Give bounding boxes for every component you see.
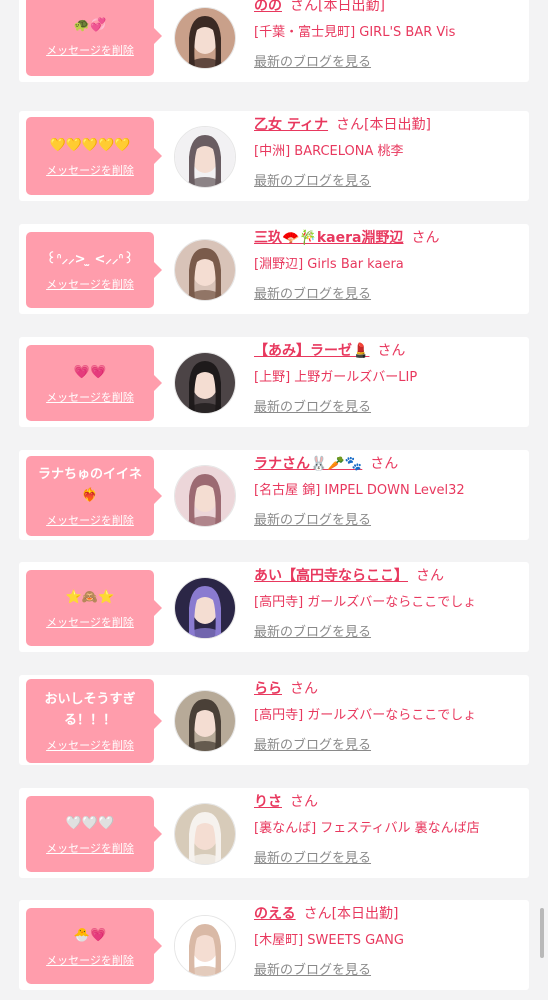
name-suffix: さん[本日出勤] [290,0,385,14]
cast-name-link[interactable]: のえる [254,906,296,922]
name-suffix: さん[本日出勤] [303,906,399,922]
avatar[interactable] [174,803,236,865]
delete-message-link[interactable]: メッセージを削除 [46,840,134,856]
latest-blog-link[interactable]: 最新のブログを見る [254,396,371,415]
list-item: ꒰ᐢ⸝⸝> ̫ <⸝⸝ᐢ꒱ メッセージを削除 三玖🪭🎋kaera淵野辺 さん [淵野辺]… [19,224,529,314]
message-bubble: 🐣💗 メッセージを削除 [26,908,162,984]
avatar[interactable] [174,7,236,69]
name-line: りさ さん [254,791,524,811]
cast-name-link[interactable]: ラナさん🐰🥕🐾 [254,456,362,472]
cast-name-link[interactable]: のの [254,0,282,14]
message-text: ꒰ᐢ⸝⸝> ̫ <⸝⸝ᐢ꒱ [46,251,134,267]
message-text: おいしそうすぎる！！！ [44,692,136,728]
message-bubble: ⭐️🙈⭐️ メッセージを削除 [26,570,162,646]
latest-blog-link[interactable]: 最新のブログを見る [254,283,371,302]
list-item: ラナちゅのイイネ❤️‍🔥 メッセージを削除 ラナさん🐰🥕🐾 さん [名古屋 錦] IMP… [19,450,529,540]
message-text: 🐣💗 [73,927,107,943]
list-item: 💛💛💛💛💛 メッセージを削除 乙女 ティナ さん[本日出勤] [中洲] BARCELON… [19,111,529,201]
latest-blog-link[interactable]: 最新のブログを見る [254,959,371,978]
shop-info: [千葉・富士見町] GIRL'S BAR Vis [254,25,456,40]
list-item: ⭐️🙈⭐️ メッセージを削除 あい【高円寺ならここ】 さん [高円寺] ガールズバーなら… [19,562,529,652]
name-suffix: さん [411,230,440,246]
message-text: 💛💛💛💛💛 [49,137,131,153]
cast-name-link[interactable]: 【あみ】ラーゼ💄 [254,343,369,359]
list-item: 💗💗 メッセージを削除 【あみ】ラーゼ💄 さん [上野] 上野ガールズバーLIP 最新のブ… [19,337,529,427]
message-bubble: 🤍🤍🤍 メッセージを削除 [26,796,162,872]
latest-blog-link[interactable]: 最新のブログを見る [254,734,371,753]
delete-message-link[interactable]: メッセージを削除 [46,389,134,405]
shop-info: [高円寺] ガールズバーならここでしょ [254,595,477,610]
latest-blog-link[interactable]: 最新のブログを見る [254,509,371,528]
latest-blog-link[interactable]: 最新のブログを見る [254,621,371,640]
delete-message-link[interactable]: メッセージを削除 [46,614,134,630]
delete-message-link[interactable]: メッセージを削除 [46,952,134,968]
avatar[interactable] [174,126,236,188]
shop-info: [上野] 上野ガールズバーLIP [254,370,418,385]
list-item: 🐣💗 メッセージを削除 のえる さん[本日出勤] [木屋町] SWEETS GANG 最新… [19,900,529,990]
name-suffix: さん [290,681,318,697]
name-suffix: さん[本日出勤] [336,117,431,133]
avatar[interactable] [174,915,236,977]
name-suffix: さん [416,568,444,584]
name-line: のえる さん[本日出勤] [254,903,524,923]
name-line: らら さん [254,678,524,698]
scrollbar[interactable] [540,908,544,958]
message-bubble: 🐢💞 メッセージを削除 [26,0,162,76]
shop-info: [名古屋 錦] IMPEL DOWN Level32 [254,483,465,498]
name-suffix: さん [290,794,318,810]
name-suffix: さん [370,456,399,472]
name-line: 【あみ】ラーゼ💄 さん [254,340,524,360]
name-line: 乙女 ティナ さん[本日出勤] [254,114,524,134]
message-bubble: ꒰ᐢ⸝⸝> ̫ <⸝⸝ᐢ꒱ メッセージを削除 [26,232,162,308]
name-line: のの さん[本日出勤] [254,0,524,15]
name-line: ラナさん🐰🥕🐾 さん [254,453,524,473]
avatar[interactable] [174,690,236,752]
message-text: ラナちゅのイイネ❤️‍🔥 [37,467,142,503]
cast-name-link[interactable]: りさ [254,794,282,810]
avatar[interactable] [174,352,236,414]
delete-message-link[interactable]: メッセージを削除 [46,42,134,58]
avatar[interactable] [174,577,236,639]
shop-info: [淵野辺] Girls Bar kaera [254,257,404,272]
message-bubble: 💗💗 メッセージを削除 [26,345,162,421]
cast-name-link[interactable]: あい【高円寺ならここ】 [254,568,408,584]
latest-blog-link[interactable]: 最新のブログを見る [254,170,371,189]
name-line: 三玖🪭🎋kaera淵野辺 さん [254,227,524,247]
message-text: 🐢💞 [73,17,107,33]
cast-name-link[interactable]: 乙女 ティナ [254,117,328,133]
shop-info: [高円寺] ガールズバーならここでしょ [254,708,477,723]
delete-message-link[interactable]: メッセージを削除 [46,162,134,178]
latest-blog-link[interactable]: 最新のブログを見る [254,51,371,70]
message-text: ⭐️🙈⭐️ [65,589,115,605]
list-item: 🤍🤍🤍 メッセージを削除 りさ さん [裏なんば] フェスティバル 裏なんば店最新のブロ… [19,788,529,878]
shop-info: [木屋町] SWEETS GANG [254,933,404,948]
message-text: 🤍🤍🤍 [65,815,115,831]
latest-blog-link[interactable]: 最新のブログを見る [254,847,371,866]
delete-message-link[interactable]: メッセージを削除 [46,276,134,292]
message-text: 💗💗 [73,364,107,380]
message-bubble: おいしそうすぎる！！！ メッセージを削除 [26,679,162,763]
list-item: 🐢💞 メッセージを削除 のの さん[本日出勤] [千葉・富士見町] GIRL'S BAR… [19,0,529,82]
shop-info: [裏なんば] フェスティバル 裏なんば店 [254,821,480,836]
list-item: おいしそうすぎる！！！ メッセージを削除 らら さん [高円寺] ガールズバーならここで… [19,675,529,765]
name-suffix: さん [377,343,406,359]
cast-name-link[interactable]: らら [254,681,282,697]
delete-message-link[interactable]: メッセージを削除 [46,512,134,528]
avatar[interactable] [174,239,236,301]
cast-name-link[interactable]: 三玖🪭🎋kaera淵野辺 [254,230,403,246]
name-line: あい【高円寺ならここ】 さん [254,565,524,585]
message-bubble: 💛💛💛💛💛 メッセージを削除 [26,117,162,195]
shop-info: [中洲] BARCELONA 桃李 [254,144,404,159]
avatar[interactable] [174,465,236,527]
message-bubble: ラナちゅのイイネ❤️‍🔥 メッセージを削除 [26,456,162,536]
delete-message-link[interactable]: メッセージを削除 [46,737,134,753]
